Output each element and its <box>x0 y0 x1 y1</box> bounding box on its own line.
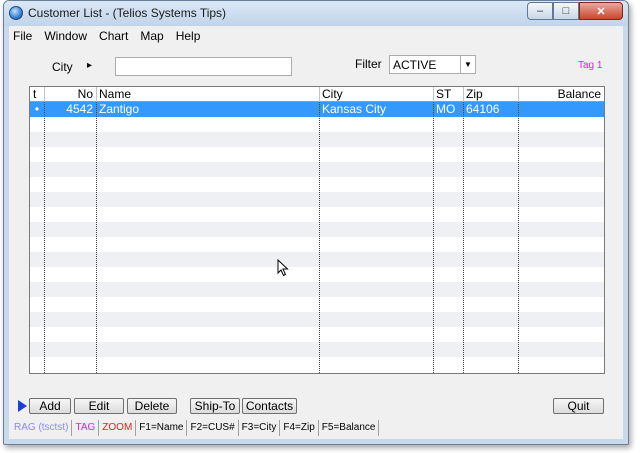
column-divider <box>319 102 320 373</box>
column-header-t[interactable]: t <box>30 87 44 102</box>
client-area: City ▸ Filter ACTIVE ▼ Tag 1 t No Name C… <box>9 45 623 439</box>
cell-st: MO <box>436 102 456 116</box>
window-title: Customer List - (Telios Systems Tips) <box>28 6 227 20</box>
column-header-st[interactable]: ST <box>433 87 463 102</box>
menu-map[interactable]: Map <box>140 29 163 43</box>
status-f4[interactable]: F4=Zip <box>280 420 319 436</box>
column-divider <box>44 102 45 373</box>
status-f1[interactable]: F1=Name <box>136 420 188 436</box>
column-divider <box>463 102 464 373</box>
quit-button[interactable]: Quit <box>553 398 604 414</box>
maximize-icon[interactable]: □ <box>553 2 579 20</box>
delete-button[interactable]: Delete <box>127 398 177 414</box>
close-icon[interactable]: ✕ <box>579 2 623 20</box>
city-search-input[interactable] <box>115 57 292 76</box>
status-f2[interactable]: F2=CUS# <box>187 420 239 436</box>
column-divider <box>96 102 97 373</box>
column-header-balance[interactable]: Balance <box>518 87 604 102</box>
cell-zip: 64106 <box>466 102 500 116</box>
status-rag: RAG (tsctst) <box>11 420 73 436</box>
customer-grid[interactable]: t No Name City ST Zip Balance • 4542 Zan… <box>29 86 605 374</box>
menu-chart[interactable]: Chart <box>99 29 128 43</box>
tag-label: Tag 1 <box>578 60 603 71</box>
cell-city: Kansas City <box>322 102 387 116</box>
window-controls: – □ ✕ <box>527 2 623 20</box>
cell-t: • <box>34 102 40 116</box>
customer-list-window: Customer List - (Telios Systems Tips) – … <box>3 0 629 445</box>
column-header-no[interactable]: No <box>44 87 96 102</box>
title-bar[interactable]: Customer List - (Telios Systems Tips) – … <box>4 1 628 26</box>
chevron-down-icon[interactable]: ▼ <box>460 56 475 73</box>
menu-bar: File Window Chart Map Help <box>9 26 623 45</box>
city-label: City <box>52 60 73 74</box>
column-header-city[interactable]: City <box>319 87 433 102</box>
add-button[interactable]: Add <box>29 398 71 414</box>
mouse-pointer-icon <box>277 259 289 277</box>
cell-no: 4542 <box>66 102 93 116</box>
edit-button[interactable]: Edit <box>74 398 124 414</box>
cell-balance <box>518 102 604 117</box>
filter-dropdown[interactable]: ACTIVE ▼ <box>389 55 476 74</box>
contacts-button[interactable]: Contacts <box>242 398 297 414</box>
filter-label: Filter <box>355 57 382 71</box>
current-record-arrow-icon <box>18 400 27 412</box>
city-arrow-icon: ▸ <box>87 60 93 71</box>
menu-file[interactable]: File <box>13 29 32 43</box>
menu-window[interactable]: Window <box>44 29 87 43</box>
ship-to-button[interactable]: Ship-To <box>190 398 240 414</box>
cell-name: Zantigo <box>99 102 140 116</box>
column-divider <box>518 102 519 373</box>
status-bar: RAG (tsctst) TAG ZOOM F1=Name F2=CUS# F3… <box>9 419 623 437</box>
filter-selected-value: ACTIVE <box>393 57 437 72</box>
minimize-icon[interactable]: – <box>527 2 553 20</box>
status-f5[interactable]: F5=Balance <box>319 420 380 436</box>
column-header-name[interactable]: Name <box>96 87 319 102</box>
column-header-zip[interactable]: Zip <box>463 87 518 102</box>
menu-help[interactable]: Help <box>176 29 201 43</box>
status-f3[interactable]: F3=City <box>239 420 281 436</box>
status-tag: TAG <box>72 420 100 436</box>
column-divider <box>433 102 434 373</box>
status-zoom: ZOOM <box>99 420 137 436</box>
grid-header: t No Name City ST Zip Balance <box>30 87 604 102</box>
app-icon <box>9 6 23 20</box>
